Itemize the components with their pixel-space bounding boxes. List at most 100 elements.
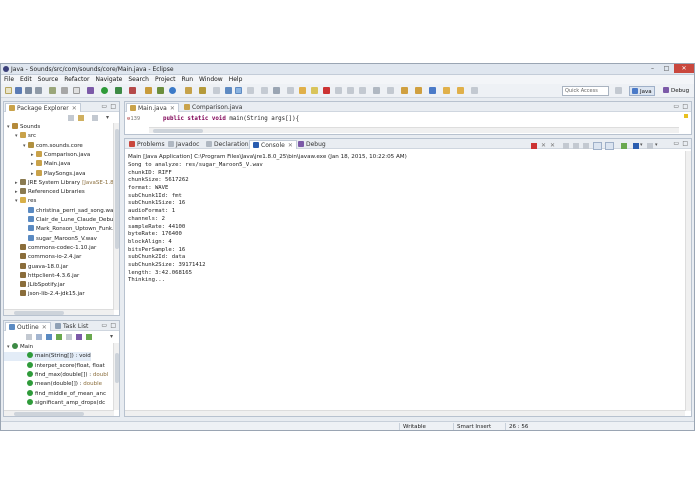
- tree-item[interactable]: ▾ com.sounds.core: [4, 141, 83, 151]
- collapse-all-icon[interactable]: [26, 334, 32, 340]
- run-icon[interactable]: [101, 87, 108, 94]
- coverage-icon[interactable]: [129, 87, 136, 94]
- tree-item[interactable]: commons-io-2.4.jar: [4, 253, 81, 262]
- close-tab-icon[interactable]: ✕: [72, 105, 77, 112]
- previous-annotation-icon[interactable]: [415, 87, 422, 94]
- tree-item[interactable]: ▸ Comparison.java: [4, 150, 90, 160]
- close-tab-icon[interactable]: ✕: [288, 142, 293, 149]
- step-return-icon[interactable]: [359, 87, 366, 94]
- menu-edit[interactable]: Edit: [17, 75, 35, 84]
- menu-navigate[interactable]: Navigate: [92, 75, 125, 84]
- pin-console-icon[interactable]: [621, 143, 627, 149]
- hide-static-icon[interactable]: [56, 334, 62, 340]
- tree-item[interactable]: JLibSpotify.jar: [4, 281, 65, 290]
- package-explorer-hscroll[interactable]: [4, 309, 114, 315]
- tab-package-explorer[interactable]: Package Explorer ✕: [5, 103, 81, 112]
- editor-hscroll[interactable]: [149, 127, 679, 133]
- disconnect-icon[interactable]: [335, 87, 342, 94]
- maximize-view-icon[interactable]: □: [110, 103, 116, 110]
- suspend-icon[interactable]: [311, 87, 318, 94]
- open-type-icon[interactable]: [185, 87, 192, 94]
- tree-item[interactable]: ▸ PlaySongs.java: [4, 169, 85, 179]
- word-wrap-icon[interactable]: [583, 143, 589, 149]
- edit-icon[interactable]: [273, 87, 280, 94]
- run-external-icon[interactable]: [115, 87, 122, 94]
- package-explorer-scrollbar[interactable]: [113, 123, 119, 310]
- tab-console[interactable]: Console ✕: [249, 140, 297, 149]
- menu-refactor[interactable]: Refactor: [61, 75, 92, 84]
- tab-comparison-java[interactable]: Comparison.java: [181, 103, 245, 112]
- tree-item[interactable]: guava-18.0.jar: [4, 262, 68, 272]
- view-menu-icon[interactable]: [92, 115, 98, 121]
- outline-item[interactable]: ▾ Main: [4, 343, 33, 352]
- outline-item[interactable]: significant_amp_drops(dc: [4, 398, 105, 408]
- step-into-icon[interactable]: [287, 87, 294, 94]
- sort-icon[interactable]: [36, 334, 42, 340]
- use-step-filters-icon[interactable]: [387, 87, 394, 94]
- quick-access-input[interactable]: Quick Access: [562, 86, 609, 96]
- tab-outline[interactable]: Outline ✕: [5, 322, 51, 331]
- outline-hscroll[interactable]: [4, 410, 114, 416]
- mark-occurrences-icon[interactable]: [225, 87, 232, 94]
- outline-item[interactable]: find_max(double[]) : doubl: [4, 370, 108, 380]
- tree-item[interactable]: sugar_Maroon5_V.wav: [4, 234, 97, 244]
- tree-item[interactable]: ▸ Main.java: [4, 160, 70, 169]
- console-output[interactable]: Song to analyze: res/sugar_Maroon5_V.wav…: [128, 162, 678, 285]
- close-tab-icon[interactable]: ✕: [42, 324, 47, 331]
- console-scrollbar[interactable]: [685, 151, 691, 411]
- show-stdout-icon[interactable]: [593, 142, 602, 150]
- forward-icon[interactable]: [457, 87, 464, 94]
- tab-main-java[interactable]: Main.java ✕: [126, 103, 179, 112]
- tree-item[interactable]: commons-codec-1.10.jar: [4, 243, 96, 253]
- outline-item[interactable]: find_middle_of_mean_anc: [4, 389, 106, 399]
- outline-item[interactable]: interpet_score(float, float: [4, 361, 105, 371]
- minimize-view-icon[interactable]: ▭: [673, 140, 679, 147]
- tab-declaration[interactable]: Declaration: [203, 140, 252, 149]
- print-icon[interactable]: [35, 87, 42, 94]
- tree-item[interactable]: httpclient-4.3.6.jar: [4, 271, 79, 281]
- new-java-project-icon[interactable]: [145, 87, 152, 94]
- step-over-icon[interactable]: [347, 87, 354, 94]
- tree-item[interactable]: ▾ Sounds: [4, 123, 40, 132]
- remove-launch-icon[interactable]: ✕: [541, 142, 546, 149]
- outline-scrollbar[interactable]: [113, 343, 119, 410]
- warning-marker-icon[interactable]: [684, 114, 688, 118]
- hide-fields-icon[interactable]: [46, 334, 52, 340]
- debug-icon[interactable]: [87, 87, 94, 94]
- menu-source[interactable]: Source: [35, 75, 62, 84]
- next-annotation-icon[interactable]: [401, 87, 408, 94]
- collapse-all-icon[interactable]: [68, 115, 74, 121]
- console-hscroll[interactable]: [125, 410, 685, 416]
- show-stderr-icon[interactable]: [605, 142, 614, 150]
- resume-icon[interactable]: [299, 87, 306, 94]
- clear-console-icon[interactable]: [563, 143, 569, 149]
- tree-item[interactable]: ▸ JRE System Library [JavaSE-1.8]: [4, 178, 116, 188]
- code-line[interactable]: public static void main(String args[]){: [163, 115, 299, 124]
- menu-file[interactable]: File: [1, 75, 17, 84]
- remove-all-icon[interactable]: ✕: [550, 142, 555, 149]
- perspective-debug-button[interactable]: Debug: [661, 86, 691, 96]
- back-icon[interactable]: [443, 87, 450, 94]
- search-icon[interactable]: [199, 87, 206, 94]
- menu-help[interactable]: Help: [226, 75, 246, 84]
- chevron-down-icon[interactable]: ▾: [110, 333, 113, 340]
- minimize-editor-icon[interactable]: ▭: [673, 103, 679, 110]
- menu-window[interactable]: Window: [196, 75, 226, 84]
- terminal-icon[interactable]: [73, 87, 80, 94]
- whitespace-icon[interactable]: [247, 87, 254, 94]
- outline-item[interactable]: main(String[]) : void: [4, 352, 91, 362]
- tree-item[interactable]: ▾ res: [4, 197, 36, 206]
- chevron-down-icon[interactable]: ▾: [640, 142, 643, 148]
- last-edit-icon[interactable]: [429, 87, 436, 94]
- new-package-icon[interactable]: [157, 87, 164, 94]
- new-icon[interactable]: [5, 87, 12, 94]
- maximize-icon[interactable]: □: [660, 64, 673, 73]
- menu-project[interactable]: Project: [152, 75, 179, 84]
- minimize-view-icon[interactable]: ▭: [101, 103, 107, 110]
- open-perspective-icon[interactable]: [615, 87, 622, 94]
- toggle-icon[interactable]: [49, 87, 56, 94]
- drop-to-frame-icon[interactable]: [373, 87, 380, 94]
- menu-run[interactable]: Run: [179, 75, 197, 84]
- scroll-lock-icon[interactable]: [573, 143, 579, 149]
- terminate-icon[interactable]: [323, 87, 330, 94]
